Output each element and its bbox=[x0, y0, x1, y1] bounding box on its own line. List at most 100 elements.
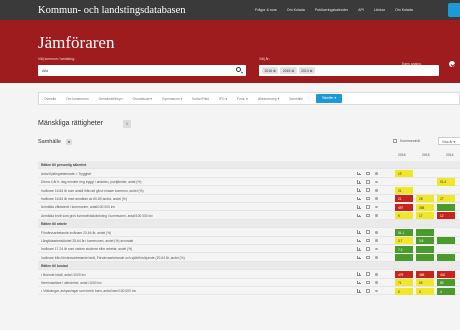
row-label[interactable]: • Vräkningar, avhysningar som berör barn… bbox=[41, 289, 136, 293]
info-icon[interactable] bbox=[375, 289, 378, 293]
top-link-kolada[interactable]: Om Kolada bbox=[395, 8, 413, 12]
table-row[interactable]: Invånare 16-84 år som anstå ifrån att gå… bbox=[38, 186, 460, 195]
table-close-icon[interactable]: ✖ bbox=[66, 139, 72, 145]
top-link-about[interactable]: Om Kolada bbox=[287, 8, 305, 12]
info-icon[interactable] bbox=[375, 247, 378, 251]
tab-gymnasium[interactable]: Gymnasium ▾ bbox=[157, 97, 187, 101]
table-row[interactable]: Invånare 16-84 år med anmälan av 60-89 a… bbox=[38, 195, 460, 203]
tab-overview[interactable]: Översikt bbox=[39, 97, 61, 101]
table-row[interactable]: • Boende totalt, antal /1000 inv 479 488 40… bbox=[38, 270, 460, 279]
year-select[interactable]: 2016 ⊗ 2015 ⊗ 2014 ⊗ bbox=[259, 65, 439, 76]
table-row[interactable]: Förvärvsarbetande invånare 20-64 år, and… bbox=[38, 228, 460, 237]
info-icon[interactable] bbox=[375, 273, 378, 276]
map-icon[interactable] bbox=[366, 289, 370, 293]
map-icon[interactable] bbox=[366, 180, 370, 184]
table-row[interactable]: Invånare 17-24 år som varken studerar el… bbox=[38, 245, 460, 254]
row-label[interactable]: • Boende totalt, antal /1000 inv bbox=[41, 273, 86, 277]
column-header[interactable]: 2015 bbox=[422, 153, 430, 157]
map-icon[interactable] bbox=[366, 280, 370, 285]
chart-icon[interactable] bbox=[357, 196, 361, 201]
top-link-api[interactable]: API bbox=[358, 8, 364, 12]
chart-icon[interactable] bbox=[357, 180, 361, 184]
chart-icon[interactable] bbox=[357, 289, 361, 293]
chart-icon[interactable] bbox=[357, 247, 361, 251]
info-icon[interactable] bbox=[375, 256, 378, 259]
tab-funk[interactable]: Funk. ▾ bbox=[232, 97, 253, 101]
tab-society[interactable]: Samhälle bbox=[284, 97, 308, 101]
year-chip[interactable]: 2015 ⊗ bbox=[280, 67, 297, 74]
row-label[interactable]: Anmälda våldsbrott i kommunen, antal/100… bbox=[41, 205, 115, 209]
row-label[interactable]: Invånare från förvärvsarbetande/nivå, Fö… bbox=[41, 256, 185, 260]
column-header[interactable]: 2014 bbox=[446, 153, 454, 157]
table-row[interactable]: Anmälda våldsbrott i kommunen, antal/100… bbox=[38, 203, 460, 212]
map-icon[interactable] bbox=[366, 238, 370, 243]
year-chip[interactable]: 2016 ⊗ bbox=[262, 67, 279, 74]
value-cell bbox=[437, 237, 455, 245]
search-icon[interactable] bbox=[236, 67, 241, 72]
tab-school[interactable]: Grundskola ▾ bbox=[127, 97, 156, 101]
municipality-search-input[interactable]: Alla bbox=[38, 65, 246, 76]
table-row[interactable]: • Vräkningar, avhysningar som berör barn… bbox=[38, 287, 460, 296]
tab-tables[interactable]: Tabeller ▾ bbox=[315, 94, 342, 103]
row-label[interactable]: Förvärvsarbetande invånare 20-64 år, and… bbox=[41, 231, 111, 235]
chart-icon[interactable] bbox=[357, 255, 361, 260]
map-icon[interactable] bbox=[366, 188, 370, 192]
info-icon[interactable] bbox=[375, 180, 378, 184]
show-years-button[interactable]: Visa år ▾ bbox=[438, 137, 460, 145]
site-title[interactable]: Kommun- och landstingsdatabasen bbox=[38, 5, 186, 16]
tab-ifo[interactable]: IFO ▾ bbox=[214, 97, 232, 101]
row-label[interactable]: Invånare 16-84 år som anstå ifrån att gå… bbox=[41, 189, 144, 193]
analysis-toggle[interactable] bbox=[449, 61, 455, 67]
top-link-links[interactable]: Länkar bbox=[374, 8, 385, 12]
table-row[interactable]: Anmälda brott som grov kvinnofridskränkn… bbox=[38, 211, 460, 220]
row-label[interactable]: Anmälda brott som grov kvinnofridskränkn… bbox=[41, 214, 153, 218]
tab-about[interactable]: Om kommunen bbox=[61, 97, 94, 101]
table-row[interactable]: Hemmasittare i allmänhet, antal /1000 in… bbox=[38, 279, 460, 287]
info-icon[interactable] bbox=[375, 189, 378, 192]
row-label[interactable]: Invånare 16-84 år med anmälan av 60-89 a… bbox=[41, 197, 127, 201]
map-icon[interactable] bbox=[366, 247, 370, 251]
table-row[interactable]: Invånare från förvärvsarbetande/nivå, Fö… bbox=[38, 253, 460, 262]
tab-culture[interactable]: Kultur/Fritid bbox=[187, 97, 214, 101]
row-label[interactable]: Långtidsarbetslöshet 25-64 år i kommunen… bbox=[41, 239, 133, 243]
info-icon[interactable] bbox=[375, 239, 378, 243]
section-badge[interactable]: 1 bbox=[123, 120, 131, 128]
chart-icon[interactable] bbox=[357, 238, 361, 243]
row-label[interactable]: Invånare 17-24 år som varken studerar el… bbox=[41, 247, 132, 251]
row-label[interactable]: Hemmasittare i allmänhet, antal /1000 in… bbox=[41, 281, 102, 285]
chart-icon[interactable] bbox=[357, 205, 361, 209]
map-icon[interactable] bbox=[366, 213, 370, 218]
info-icon[interactable] bbox=[375, 231, 378, 234]
level-checkbox[interactable] bbox=[393, 139, 397, 143]
info-icon[interactable] bbox=[375, 281, 378, 285]
top-link-faq[interactable]: Frågor & svar bbox=[255, 8, 277, 12]
table-row[interactable]: Antal flyktingrelaterade > Trygghet 19 bbox=[38, 169, 460, 178]
tab-elderly[interactable]: Äldreomsorg ▾ bbox=[253, 97, 284, 101]
info-icon[interactable] bbox=[375, 214, 378, 217]
top-link-calendar[interactable]: Publiceringskalender bbox=[315, 8, 348, 12]
info-icon[interactable] bbox=[375, 197, 378, 201]
tab-democracy[interactable]: Demokrati/Insyn bbox=[94, 97, 128, 101]
row-label[interactable]: Antal flyktingrelaterade > Trygghet bbox=[41, 172, 91, 176]
info-icon[interactable] bbox=[375, 205, 378, 209]
table-row[interactable]: Långtidsarbetslöshet 25-64 år i kommunen… bbox=[38, 237, 460, 245]
chart-icon[interactable] bbox=[357, 213, 361, 218]
map-icon[interactable] bbox=[366, 171, 370, 176]
map-icon[interactable] bbox=[366, 230, 370, 234]
column-header[interactable]: 2016 bbox=[398, 153, 406, 157]
chart-icon[interactable] bbox=[357, 171, 361, 176]
map-icon[interactable] bbox=[366, 196, 370, 201]
map-icon[interactable] bbox=[366, 255, 370, 260]
chart-icon[interactable] bbox=[357, 230, 361, 234]
chart-icon[interactable] bbox=[357, 272, 361, 276]
table-row[interactable]: Döma 4 år fr. dag minuter ring tryggt / … bbox=[38, 178, 460, 187]
login-button[interactable] bbox=[448, 3, 460, 17]
category-tabs: Översikt Om kommunen Demokrati/Insyn Gru… bbox=[38, 92, 460, 105]
info-icon[interactable] bbox=[375, 172, 378, 175]
row-label[interactable]: Döma 4 år fr. dag minuter ring tryggt / … bbox=[41, 180, 141, 184]
chart-icon[interactable] bbox=[357, 280, 361, 285]
year-chip[interactable]: 2014 ⊗ bbox=[298, 67, 315, 74]
map-icon[interactable] bbox=[366, 272, 370, 276]
map-icon[interactable] bbox=[366, 205, 370, 209]
chart-icon[interactable] bbox=[357, 188, 361, 192]
